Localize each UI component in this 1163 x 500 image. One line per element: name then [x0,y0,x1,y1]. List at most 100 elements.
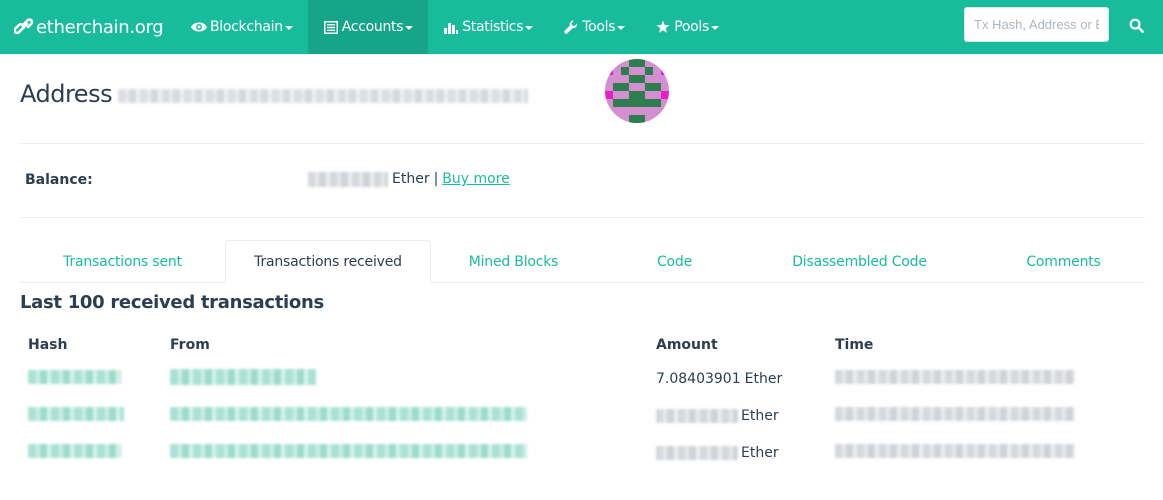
identicon-cell [605,107,613,115]
nav-tools[interactable]: Tools [548,0,640,54]
nav-accounts[interactable]: Accounts [307,0,429,54]
tab-mined-blocks[interactable]: Mined Blocks [431,240,596,283]
identicon-cell [645,67,653,75]
amount-unit: Ether [741,407,779,424]
identicon-cell [653,107,661,115]
identicon-cell [661,99,669,107]
identicon-cell [605,67,613,75]
cell-from [162,434,648,471]
cell-amount: Ether [648,434,827,471]
tab-code[interactable]: Code [596,240,753,283]
identicon-cell [621,107,629,115]
time-redacted [835,406,1075,421]
amount-redacted [656,445,738,460]
identicon-cell [661,59,669,67]
column-header-time: Time [835,337,874,353]
search-button[interactable] [1125,14,1147,36]
cell-hash [20,360,162,397]
nav-blockchain[interactable]: Blockchain [176,0,308,54]
identicon-cell [629,75,637,83]
identicon-cell [661,67,669,75]
cell-time [827,434,1127,471]
identicon-cell [653,83,661,91]
identicon-cell [621,83,629,91]
identicon-cell [605,75,613,83]
time-redacted [835,443,1075,458]
amount-redacted [656,408,738,423]
identicon-cell [637,107,645,115]
section-title: Last 100 received transactions [20,292,324,313]
cell-hash [20,434,162,471]
star-icon [655,20,671,34]
page-title: Address [20,80,529,108]
identicon-cell [653,59,661,67]
identicon-cell [637,91,645,99]
account-tabs: Transactions sent Transactions received … [20,218,1145,284]
time-redacted [835,369,1075,384]
tab-disassembled-code[interactable]: Disassembled Code [753,240,966,283]
identicon-cell [637,59,645,67]
cell-hash [20,397,162,434]
from-address-link[interactable] [170,368,316,385]
balance-unit: Ether [392,171,430,187]
identicon-cell [629,115,637,123]
identicon-cell [661,83,669,91]
from-address-link[interactable] [170,406,527,421]
search-icon [1129,18,1144,33]
main-content: Address Balance: Ether | Buy more Transa… [0,54,1163,471]
balance-label: Balance: [25,172,93,188]
caret-down-icon [405,26,414,30]
identicon-cell [653,115,661,123]
column-header-amount: Amount [656,337,718,353]
identicon-cell [661,115,669,123]
identicon-cell [653,91,661,99]
identicon-cell [613,83,621,91]
tx-hash-link[interactable] [28,406,124,421]
balance-value: Ether | Buy more [308,171,510,187]
identicon-cell [621,91,629,99]
nav-statistics[interactable]: Statistics [428,0,548,54]
nav-pools[interactable]: Pools [640,0,734,54]
tab-transactions-sent[interactable]: Transactions sent [20,240,225,283]
table-row: 7.08403901 Ether [20,360,1127,397]
tab-transactions-received[interactable]: Transactions received [225,240,431,283]
nav-statistics-label: Statistics [462,19,524,35]
list-icon [323,20,339,34]
search-input[interactable] [964,7,1109,42]
identicon-cell [613,59,621,67]
identicon-cell [605,91,613,99]
identicon-cell [645,75,653,83]
identicon-cell [629,83,637,91]
address-header: Address [20,54,1145,144]
balance-row: Balance: Ether | Buy more [20,144,1145,218]
identicon-cell [661,91,669,99]
tab-comments[interactable]: Comments [966,240,1161,283]
amount-value: 7.08403901 [656,370,741,387]
identicon-cell [629,107,637,115]
cell-time [827,360,1127,397]
brand-name: etherchain.org [36,16,164,38]
identicon-cell [629,59,637,67]
buy-more-link[interactable]: Buy more [442,171,509,187]
cell-from [162,360,648,397]
table-row: Ether [20,434,1127,471]
identicon-cell [613,75,621,83]
identicon-cell [621,99,629,107]
identicon-cell [661,75,669,83]
nav-blockchain-label: Blockchain [210,19,283,35]
identicon-cell [613,115,621,123]
identicon-cell [653,67,661,75]
column-header-from: From [170,337,210,353]
brand-logo-link[interactable]: etherchain.org [0,0,176,54]
tx-hash-link[interactable] [28,443,121,458]
balance-amount-redacted [308,171,388,187]
eye-icon [191,20,207,34]
nav-pools-label: Pools [674,19,709,35]
identicon-cell [613,91,621,99]
table-row: Ether [20,397,1127,434]
tx-hash-link[interactable] [28,369,121,384]
from-address-link[interactable] [170,443,527,458]
identicon-cell [621,67,629,75]
identicon-cell [621,115,629,123]
identicon-cell [637,99,645,107]
